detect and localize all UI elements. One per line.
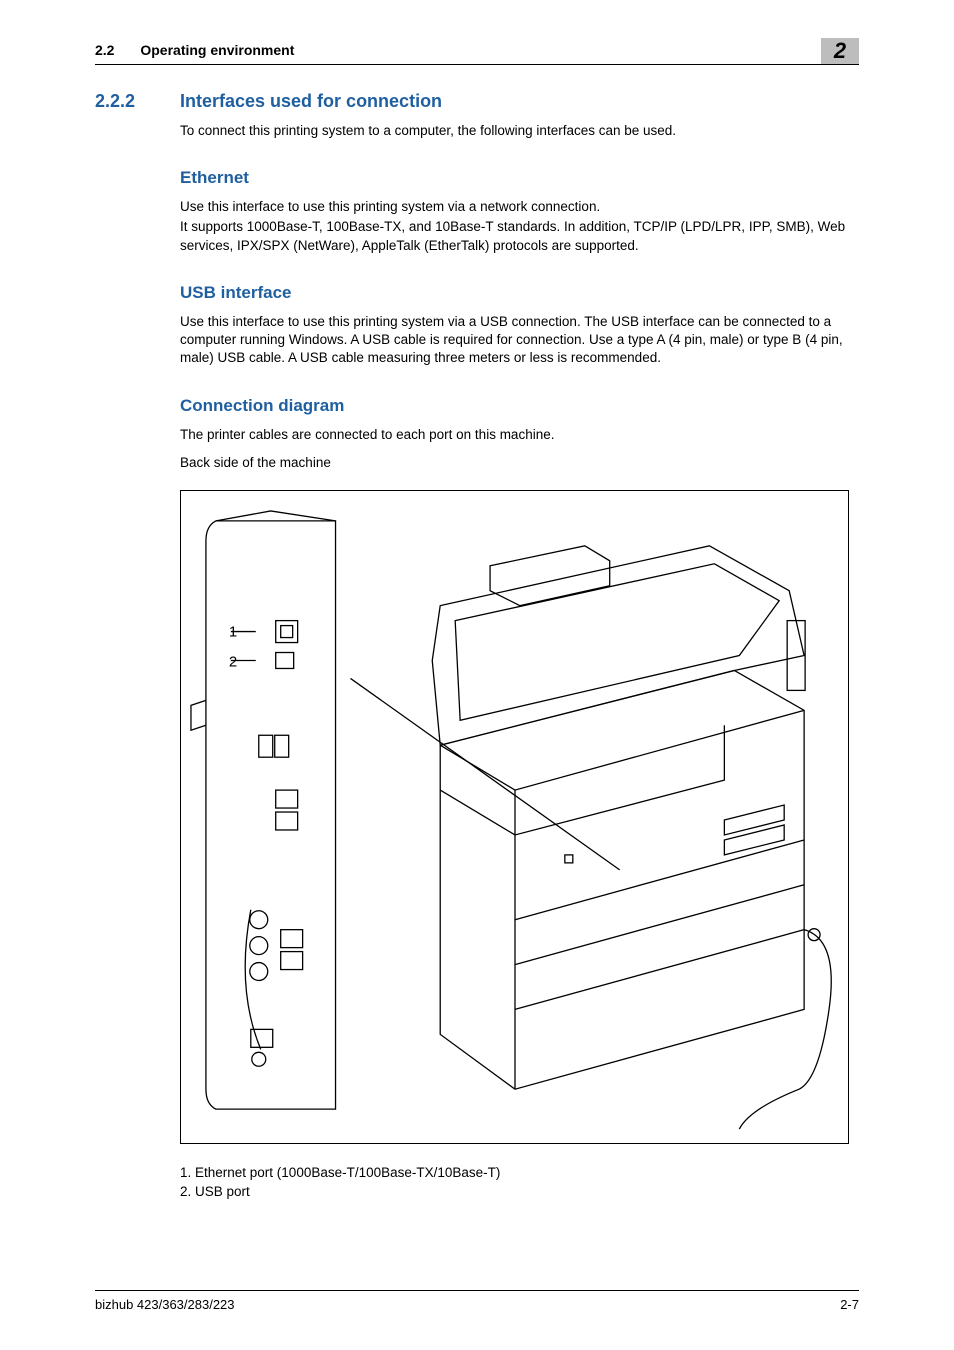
- diagram-p1: The printer cables are connected to each…: [180, 426, 859, 444]
- header-left: 2.2 Operating environment: [95, 42, 294, 58]
- diagram-p2: Back side of the machine: [180, 454, 859, 472]
- chapter-number: 2: [834, 38, 846, 64]
- footer-right: 2-7: [840, 1297, 859, 1312]
- heading-2-2-2: 2.2.2 Interfaces used for connection: [95, 91, 859, 112]
- diagram-legend: 1. Ethernet port (1000Base-T/100Base-TX/…: [180, 1164, 859, 1202]
- header-section-num: 2.2: [95, 42, 114, 58]
- page-footer: bizhub 423/363/283/223 2-7: [95, 1290, 859, 1312]
- legend-item-2: 2. USB port: [180, 1183, 859, 1202]
- usb-p1: Use this interface to use this printing …: [180, 313, 859, 368]
- diagram-heading: Connection diagram: [180, 396, 859, 416]
- ethernet-p2: It supports 1000Base-T, 100Base-TX, and …: [180, 218, 859, 254]
- callout-1: 1: [229, 624, 237, 641]
- legend-item-1: 1. Ethernet port (1000Base-T/100Base-TX/…: [180, 1164, 859, 1183]
- ethernet-p1: Use this interface to use this printing …: [180, 198, 859, 216]
- page-header: 2.2 Operating environment 2: [95, 38, 859, 65]
- footer-left: bizhub 423/363/283/223: [95, 1297, 235, 1312]
- heading-number: 2.2.2: [95, 91, 180, 112]
- intro-paragraph: To connect this printing system to a com…: [180, 122, 859, 140]
- diagram-svg: 1 2: [181, 491, 848, 1143]
- connection-diagram: 1 2: [180, 490, 849, 1144]
- ethernet-heading: Ethernet: [180, 168, 859, 188]
- heading-title: Interfaces used for connection: [180, 91, 442, 112]
- usb-heading: USB interface: [180, 283, 859, 303]
- chapter-badge: 2: [821, 38, 859, 64]
- header-section-title: Operating environment: [140, 42, 294, 58]
- callout-2: 2: [229, 653, 237, 670]
